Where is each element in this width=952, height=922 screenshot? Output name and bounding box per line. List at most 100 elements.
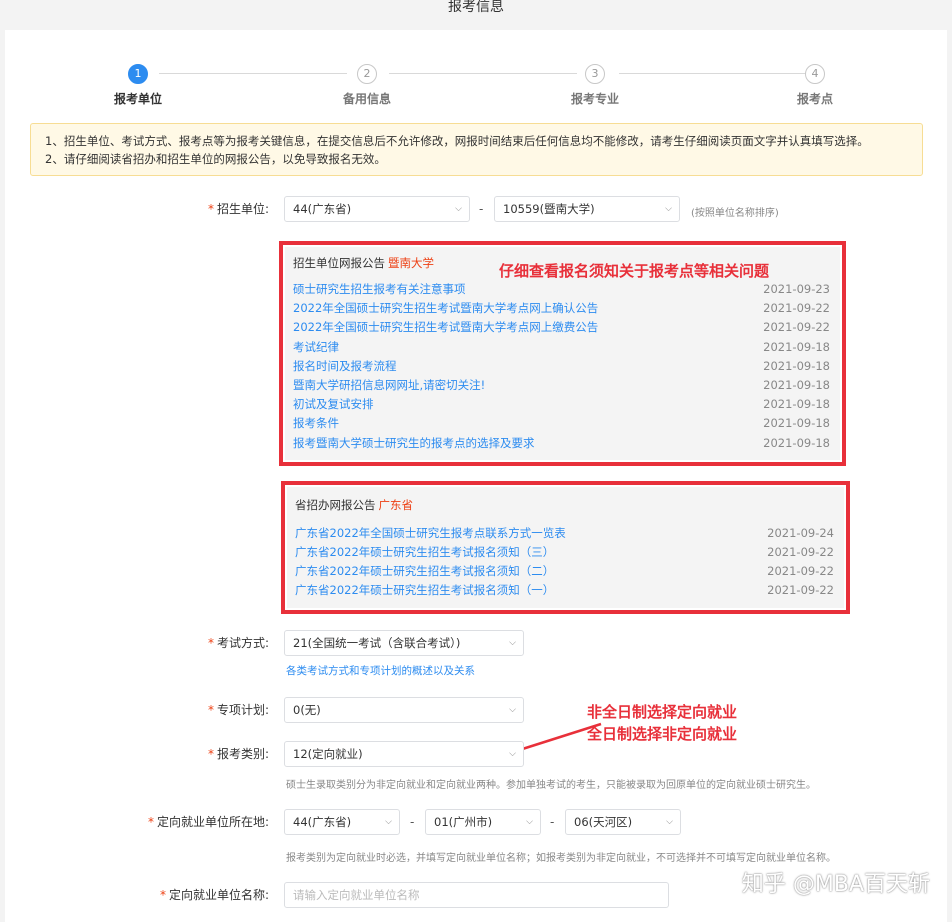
unit-school-select[interactable]: 10559(暨南大学) ⌵ [494, 196, 680, 222]
chevron-down-icon: ⌵ [666, 817, 673, 827]
notice-item[interactable]: 广东省2022年硕士研究生招生考试报名须知（三） 2021-09-22 [295, 543, 834, 562]
notice-item-date: 2021-09-23 [763, 282, 830, 296]
step-number: 4 [805, 64, 825, 84]
step-label: 报考单位 [113, 92, 162, 106]
school-notices-box: 招生单位网报公告 暨南大学 仔细查看报名须知关于报考点等相关问题 硕士研究生招生报… [279, 241, 846, 466]
notice-item[interactable]: 暨南大学研招信息网网址,请密切关注! 2021-09-18 [293, 376, 830, 395]
notice-item-title[interactable]: 报考条件 [293, 414, 339, 433]
notice-item[interactable]: 2022年全国硕士研究生招生考试暨南大学考点网上确认公告 2021-09-22 [293, 299, 830, 318]
exam-method-label: * 考试方式: [207, 636, 269, 650]
notice-item-title[interactable]: 报考暨南大学硕士研究生的报考点的选择及要求 [293, 434, 535, 453]
chevron-down-icon: ⌵ [455, 204, 462, 214]
annotation-text: 仔细查看报名须知关于报考点等相关问题 [499, 262, 770, 280]
watermark: 知乎 @MBA百天斩 [741, 872, 930, 897]
separator: - [479, 202, 484, 216]
notice-line-1: 1、招生单位、考试方式、报考点等为报考关键信息，在提交信息后不允许修改，网报时间… [45, 134, 869, 148]
employer-district-select[interactable]: 06(天河区) ⌵ [565, 809, 681, 835]
exam-method-link[interactable]: 各类考试方式和专项计划的概述以及关系 [286, 663, 475, 678]
unit-province-select[interactable]: 44(广东省) ⌵ [284, 196, 470, 222]
step-1[interactable]: 1 报考单位 [78, 64, 198, 107]
step-number: 2 [357, 64, 377, 84]
notice-item-date: 2021-09-18 [763, 435, 830, 450]
chevron-down-icon: ⌵ [509, 705, 516, 715]
step-label: 报考专业 [570, 92, 619, 106]
step-3[interactable]: 3 报考专业 [535, 64, 655, 107]
notice-item-title[interactable]: 广东省2022年硕士研究生招生考试报名须知（三） [295, 543, 554, 562]
notice-item-date: 2021-09-18 [763, 378, 830, 392]
unit-label: * 招生单位: [207, 202, 269, 216]
step-4[interactable]: 4 报考点 [755, 64, 875, 107]
notice-item-date: 2021-09-18 [763, 397, 830, 412]
employer-city-select[interactable]: 01(广州市) ⌵ [425, 809, 541, 835]
special-plan-select[interactable]: 0(无) ⌵ [284, 697, 524, 723]
notice-item[interactable]: 报名时间及报考流程 2021-09-18 [293, 357, 830, 376]
unit-sort-hint: (按照单位名称排序) [691, 208, 779, 219]
notice-item[interactable]: 硕士研究生招生报考有关注意事项 2021-09-23 [293, 280, 830, 299]
step-indicator: 1 报考单位 2 备用信息 3 报考专业 4 报考点 [5, 64, 947, 114]
notice-item[interactable]: 考试纪律 2021-09-18 [293, 338, 830, 357]
notice-item[interactable]: 2022年全国硕士研究生招生考试暨南大学考点网上缴费公告 2021-09-22 [293, 318, 830, 337]
employer-name-input[interactable]: 请输入定向就业单位名称 [284, 882, 669, 908]
required-mark: * [207, 202, 214, 216]
step-number: 1 [128, 64, 148, 84]
employer-name-label: * 定向就业单位名称: [159, 888, 269, 902]
notice-item-date: 2021-09-22 [767, 564, 834, 578]
notice-line-2: 2、请仔细阅读省招办和招生单位的网报公告，以免导致报名无效。 [45, 152, 386, 166]
required-mark: * [207, 747, 214, 761]
notice-item-title[interactable]: 暨南大学研招信息网网址,请密切关注! [293, 376, 485, 395]
step-2[interactable]: 2 备用信息 [307, 64, 427, 107]
special-plan-label: * 专项计划: [207, 703, 269, 717]
notice-item[interactable]: 广东省2022年全国硕士研究生报考点联系方式一览表 2021-09-24 [295, 524, 834, 543]
notice-item-title[interactable]: 报名时间及报考流程 [293, 357, 397, 376]
chevron-down-icon: ⌵ [665, 204, 672, 214]
notice-item-title[interactable]: 考试纪律 [293, 338, 339, 357]
province-notices-box: 省招办网报公告 广东省 广东省2022年全国硕士研究生报考点联系方式一览表 2021… [281, 481, 850, 614]
notice-item-date: 2021-09-22 [763, 301, 830, 316]
province-notices-panel: 省招办网报公告 广东省 广东省2022年全国硕士研究生报考点联系方式一览表 2021… [287, 487, 844, 608]
notice-item[interactable]: 报考条件 2021-09-18 [293, 414, 830, 433]
notice-item-title[interactable]: 广东省2022年硕士研究生招生考试报名须知（一） [295, 581, 554, 600]
step-number: 3 [585, 64, 605, 84]
notice-item[interactable]: 初试及复试安排 2021-09-18 [293, 395, 830, 414]
required-mark: * [207, 703, 214, 717]
notice-item-title[interactable]: 2022年全国硕士研究生招生考试暨南大学考点网上缴费公告 [293, 318, 598, 337]
separator: - [550, 815, 555, 829]
exam-method-select[interactable]: 21(全国统一考试（含联合考试）) ⌵ [284, 630, 524, 656]
employer-location-hint: 报考类别为定向就业时必选，并填写定向就业单位名称；如报考类别为非定向就业，不可选… [286, 853, 836, 864]
chevron-down-icon: ⌵ [526, 817, 533, 827]
notice-item-date: 2021-09-22 [767, 545, 834, 559]
notice-item-date: 2021-09-22 [763, 320, 830, 335]
employer-province-select[interactable]: 44(广东省) ⌵ [284, 809, 400, 835]
step-label: 报考点 [796, 92, 833, 106]
notice-item-title[interactable]: 广东省2022年硕士研究生招生考试报名须知（二） [295, 562, 554, 581]
notice-item-date: 2021-09-22 [767, 583, 834, 597]
step-label: 备用信息 [342, 92, 391, 106]
notice-item-title[interactable]: 初试及复试安排 [293, 395, 374, 414]
separator: - [410, 815, 415, 829]
notice-item-date: 2021-09-18 [763, 416, 830, 431]
notice-item[interactable]: 报考暨南大学硕士研究生的报考点的选择及要求 2021-09-18 [293, 434, 830, 453]
category-label: * 报考类别: [207, 747, 269, 761]
category-select[interactable]: 12(定向就业) ⌵ [284, 741, 524, 767]
notice-item[interactable]: 广东省2022年硕士研究生招生考试报名须知（二） 2021-09-22 [295, 562, 834, 581]
chevron-down-icon: ⌵ [385, 817, 392, 827]
province-notices-title: 省招办网报公告 广东省 [295, 498, 413, 512]
school-notices-title: 招生单位网报公告 暨南大学 [293, 256, 434, 270]
notice-box: 1、招生单位、考试方式、报考点等为报考关键信息，在提交信息后不允许修改，网报时间… [30, 123, 923, 176]
notice-item-date: 2021-09-24 [767, 526, 834, 540]
school-notices-panel: 招生单位网报公告 暨南大学 仔细查看报名须知关于报考点等相关问题 硕士研究生招生报… [285, 247, 840, 460]
required-mark: * [147, 815, 154, 829]
notice-item-title[interactable]: 2022年全国硕士研究生招生考试暨南大学考点网上确认公告 [293, 299, 598, 318]
required-mark: * [207, 636, 214, 650]
form-panel: 1 报考单位 2 备用信息 3 报考专业 4 报考点 1、招生单位、考试方式、报… [5, 30, 947, 922]
notice-item-title[interactable]: 硕士研究生招生报考有关注意事项 [293, 280, 466, 299]
annotation-line-2: 全日制选择非定向就业 [587, 725, 738, 743]
required-mark: * [159, 888, 166, 902]
notice-item-date: 2021-09-18 [763, 358, 830, 373]
page-title: 报考信息 [448, 0, 504, 15]
category-hint: 硕士生录取类别分为非定向就业和定向就业两种。参加单独考试的考生，只能被录取为回原… [286, 780, 816, 791]
employer-location-label: * 定向就业单位所在地: [147, 815, 269, 829]
chevron-down-icon: ⌵ [509, 638, 516, 648]
notice-item[interactable]: 广东省2022年硕士研究生招生考试报名须知（一） 2021-09-22 [295, 581, 834, 600]
notice-item-title[interactable]: 广东省2022年全国硕士研究生报考点联系方式一览表 [295, 524, 566, 543]
